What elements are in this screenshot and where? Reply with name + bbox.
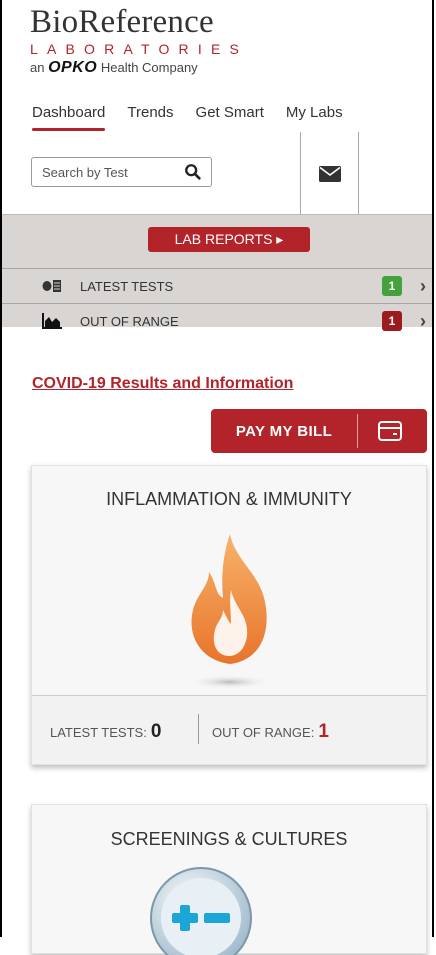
category-card-screenings[interactable]: SCREENINGS & CULTURES <box>31 804 427 955</box>
out-of-range-row[interactable]: OUT OF RANGE 1 › <box>2 303 432 338</box>
latest-tests-stat-value: 0 <box>150 721 162 742</box>
mail-icon[interactable] <box>319 166 341 182</box>
latest-tests-row[interactable]: LATEST TESTS 1 › <box>2 268 432 303</box>
out-of-range-count-badge: 1 <box>382 311 402 331</box>
nav-trends[interactable]: Trends <box>127 104 173 131</box>
nav-dashboard[interactable]: Dashboard <box>32 104 106 131</box>
card-title: SCREENINGS & CULTURES <box>110 829 348 849</box>
main-nav: Dashboard Trends Get Smart My Labs <box>32 104 365 131</box>
logo-laboratories: LABORATORIES <box>30 41 249 57</box>
credit-card-icon <box>378 421 402 441</box>
covid-info-link[interactable]: COVID-19 Results and Information <box>32 375 293 393</box>
brand-logo[interactable]: BioReference LABORATORIES an OPKO Health… <box>30 4 248 78</box>
pay-my-bill-label: PAY MY BILL <box>235 422 333 440</box>
card-title: INFLAMMATION & IMMUNITY <box>106 489 352 509</box>
search-icon[interactable] <box>184 163 202 181</box>
latest-tests-stat: LATEST TESTS: 0 <box>50 721 161 743</box>
pay-my-bill-button[interactable]: PAY MY BILL <box>211 409 427 453</box>
divider <box>198 714 199 744</box>
out-of-range-stat: OUT OF RANGE: 1 <box>212 721 329 743</box>
flame-icon <box>188 534 272 689</box>
search-input[interactable] <box>40 163 184 181</box>
divider <box>357 414 358 448</box>
search-box <box>31 157 212 187</box>
tagline-prefix: an <box>30 60 45 75</box>
out-of-range-stat-value: 1 <box>318 721 329 742</box>
chevron-right-icon: › <box>420 275 426 296</box>
latest-tests-stat-label: LATEST TESTS: <box>50 725 147 740</box>
nav-my-labs[interactable]: My Labs <box>286 104 343 131</box>
lab-reports-button[interactable]: LAB REPORTS ▸ <box>148 227 310 252</box>
divider <box>300 132 301 214</box>
logo-tagline: an OPKO Health Company <box>30 58 248 78</box>
latest-tests-label: LATEST TESTS <box>80 278 174 294</box>
logo-name: BioReference <box>30 4 214 40</box>
tagline-suffix: Health Company <box>100 60 198 75</box>
plus-minus-icon <box>150 867 252 955</box>
tagline-brand: OPKO <box>48 59 98 76</box>
out-of-range-stat-label: OUT OF RANGE: <box>212 725 315 740</box>
test-tubes-icon <box>42 280 61 292</box>
nav-get-smart[interactable]: Get Smart <box>196 104 264 131</box>
area-chart-icon <box>42 313 62 329</box>
category-card-inflammation[interactable]: INFLAMMATION & IMMUNITY LATEST TESTS: 0 … <box>31 465 427 765</box>
card-footer: LATEST TESTS: 0 OUT OF RANGE: 1 <box>32 695 426 764</box>
out-of-range-label: OUT OF RANGE <box>80 313 179 329</box>
chevron-right-icon: › <box>420 310 426 331</box>
divider <box>358 132 359 214</box>
latest-tests-count-badge: 1 <box>382 276 402 296</box>
